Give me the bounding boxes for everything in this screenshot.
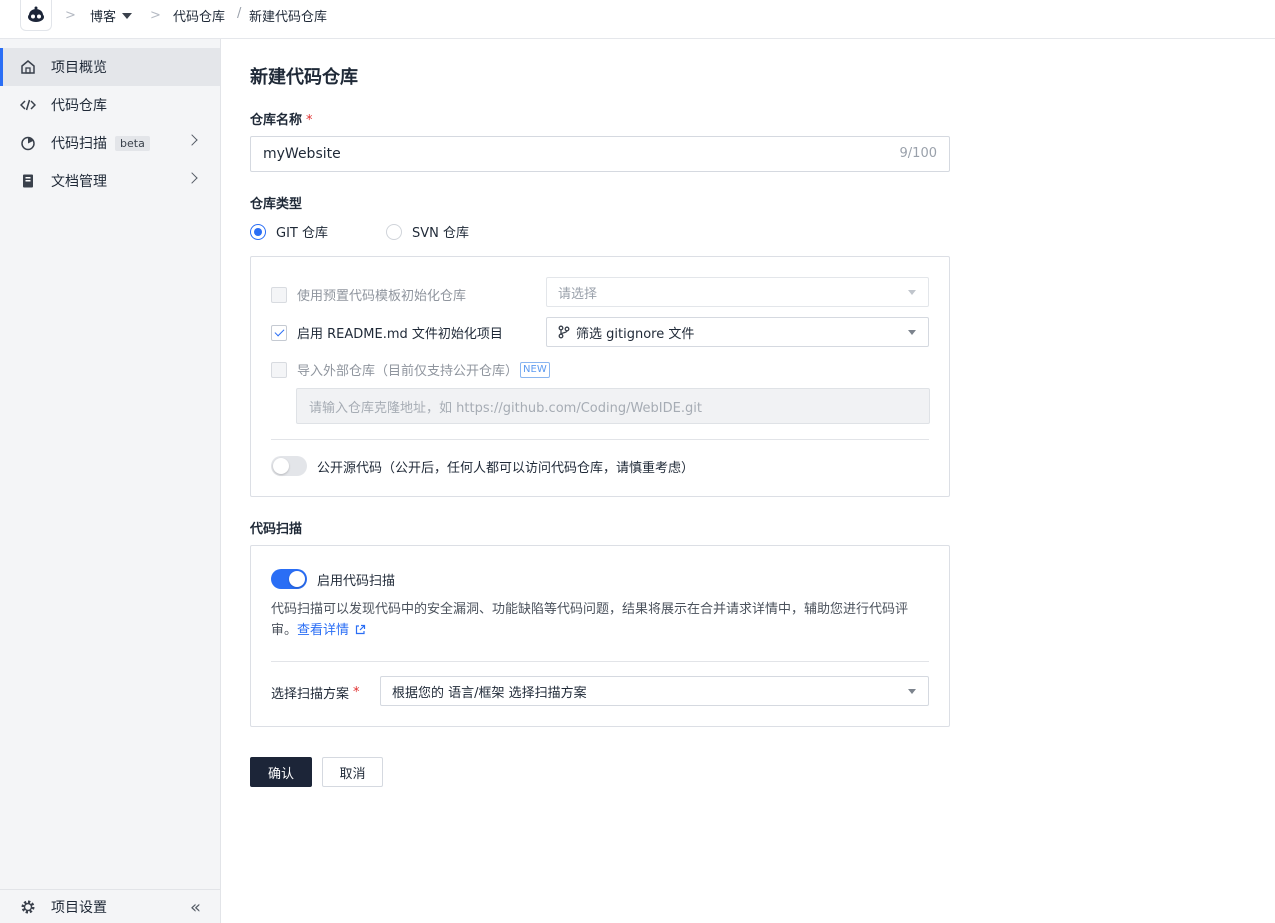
template-checkbox[interactable] bbox=[271, 286, 287, 303]
chevron-right-icon bbox=[186, 134, 198, 146]
beta-badge: beta bbox=[115, 135, 150, 151]
caret-down-icon bbox=[122, 13, 133, 19]
sidebar-item-label: 代码扫描 bbox=[51, 136, 107, 152]
branch-icon bbox=[558, 325, 570, 339]
caret-down-icon bbox=[908, 330, 916, 335]
public-source-label: 公开源代码（公开后，任何人都可以访问代码仓库，请慎重考虑） bbox=[317, 460, 695, 476]
sidebar-item-docs[interactable]: 文档管理 bbox=[0, 162, 220, 200]
chevron-right-icon: > bbox=[65, 8, 76, 23]
scan-icon bbox=[20, 135, 36, 151]
home-icon bbox=[20, 59, 36, 75]
caret-down-icon bbox=[908, 689, 916, 694]
init-options-panel: 使用预置代码模板初始化仓库 请选择 启用 README.md 文件初始化项目 筛… bbox=[250, 256, 950, 497]
sidebar-item-scan[interactable]: 代码扫描 beta bbox=[0, 124, 220, 162]
template-label: 使用预置代码模板初始化仓库 bbox=[297, 289, 467, 304]
confirm-button[interactable]: 确认 bbox=[250, 757, 312, 787]
external-link-icon bbox=[356, 624, 366, 635]
scan-toggle-label: 启用代码扫描 bbox=[317, 573, 396, 589]
readme-label: 启用 README.md 文件初始化项目 bbox=[297, 327, 503, 342]
gitignore-select[interactable]: 筛选 gitignore 文件 bbox=[546, 317, 929, 347]
collapse-sidebar-icon[interactable]: « bbox=[190, 897, 201, 918]
template-option[interactable]: 使用预置代码模板初始化仓库 bbox=[271, 285, 466, 304]
chevron-right-icon: > bbox=[150, 8, 161, 23]
gitignore-select-value: 筛选 gitignore 文件 bbox=[576, 326, 695, 342]
sidebar-item-label: 项目概览 bbox=[51, 60, 107, 76]
top-bar: > 博客 > 代码仓库 / 新建代码仓库 bbox=[0, 0, 1275, 39]
template-select[interactable]: 请选择 bbox=[546, 277, 929, 307]
scan-toggle[interactable] bbox=[271, 569, 307, 589]
breadcrumb-current: 新建代码仓库 bbox=[249, 10, 328, 25]
breadcrumb-section[interactable]: 代码仓库 bbox=[173, 6, 225, 25]
chevron-right-icon bbox=[186, 172, 198, 184]
radio-button[interactable] bbox=[250, 223, 266, 240]
scan-plan-label: 选择扫描方案 * bbox=[271, 685, 360, 702]
sidebar-item-settings[interactable]: 项目设置 « bbox=[0, 889, 220, 923]
scan-section-label: 代码扫描 bbox=[250, 522, 303, 537]
import-option[interactable]: 导入外部仓库（目前仅支持公开仓库） NEW bbox=[271, 360, 550, 379]
page-title: 新建代码仓库 bbox=[250, 67, 358, 88]
scan-plan-select[interactable]: 根据您的 语言/框架 选择扫描方案 bbox=[380, 676, 929, 706]
char-counter: 9/100 bbox=[899, 146, 937, 161]
breadcrumb-separator: / bbox=[237, 6, 242, 21]
import-url-input[interactable]: 请输入仓库克隆地址，如 https://github.com/Coding/We… bbox=[296, 388, 930, 424]
readme-option[interactable]: 启用 README.md 文件初始化项目 bbox=[271, 323, 503, 342]
scan-toggle-row[interactable]: 启用代码扫描 bbox=[271, 569, 395, 589]
template-select-placeholder: 请选择 bbox=[558, 286, 598, 302]
radio-svn[interactable]: SVN 仓库 bbox=[386, 222, 469, 241]
scan-plan-value: 根据您的 语言/框架 选择扫描方案 bbox=[392, 685, 587, 701]
sidebar-item-overview[interactable]: 项目概览 bbox=[0, 48, 220, 86]
view-details-link[interactable]: 查看详情 bbox=[297, 623, 366, 638]
radio-label: GIT 仓库 bbox=[276, 226, 328, 241]
caret-down-icon bbox=[908, 290, 916, 295]
import-label: 导入外部仓库（目前仅支持公开仓库） bbox=[297, 364, 519, 379]
required-mark: * bbox=[353, 685, 360, 700]
divider bbox=[271, 661, 929, 662]
public-source-toggle[interactable] bbox=[271, 456, 307, 476]
public-source-option[interactable]: 公开源代码（公开后，任何人都可以访问代码仓库，请慎重考虑） bbox=[271, 456, 694, 476]
repo-name-value: myWebsite bbox=[263, 146, 341, 162]
import-url-placeholder: 请输入仓库克隆地址，如 https://github.com/Coding/We… bbox=[309, 400, 702, 416]
cancel-button[interactable]: 取消 bbox=[322, 757, 383, 787]
repo-name-input[interactable]: myWebsite 9/100 bbox=[250, 136, 950, 172]
gear-icon bbox=[20, 899, 36, 915]
logo-icon[interactable] bbox=[20, 0, 52, 31]
radio-button[interactable] bbox=[386, 223, 402, 240]
required-mark: * bbox=[306, 113, 313, 128]
breadcrumb-project[interactable]: 博客 bbox=[90, 6, 133, 25]
import-checkbox[interactable] bbox=[271, 361, 287, 378]
scan-description: 代码扫描可以发现代码中的安全漏洞、功能缺陷等代码问题，结果将展示在合并请求详情中… bbox=[271, 602, 909, 638]
document-icon bbox=[20, 173, 36, 189]
sidebar-item-label: 代码仓库 bbox=[51, 98, 107, 114]
divider bbox=[271, 439, 929, 440]
sidebar-item-label: 项目设置 bbox=[51, 899, 107, 916]
radio-label: SVN 仓库 bbox=[412, 226, 470, 241]
repo-name-label: 仓库名称 * bbox=[250, 113, 313, 128]
sidebar-item-label: 文档管理 bbox=[51, 174, 107, 190]
code-icon bbox=[20, 97, 36, 113]
radio-git[interactable]: GIT 仓库 bbox=[250, 222, 328, 241]
repo-type-label: 仓库类型 bbox=[250, 197, 303, 212]
new-badge: NEW bbox=[520, 361, 550, 378]
sidebar: 项目概览 代码仓库 代码扫描 beta 文档管理 项目设置 « bbox=[0, 39, 221, 923]
readme-checkbox[interactable] bbox=[271, 324, 287, 341]
sidebar-item-repos[interactable]: 代码仓库 bbox=[0, 86, 220, 124]
scan-panel: 启用代码扫描 代码扫描可以发现代码中的安全漏洞、功能缺陷等代码问题，结果将展示在… bbox=[250, 545, 950, 727]
